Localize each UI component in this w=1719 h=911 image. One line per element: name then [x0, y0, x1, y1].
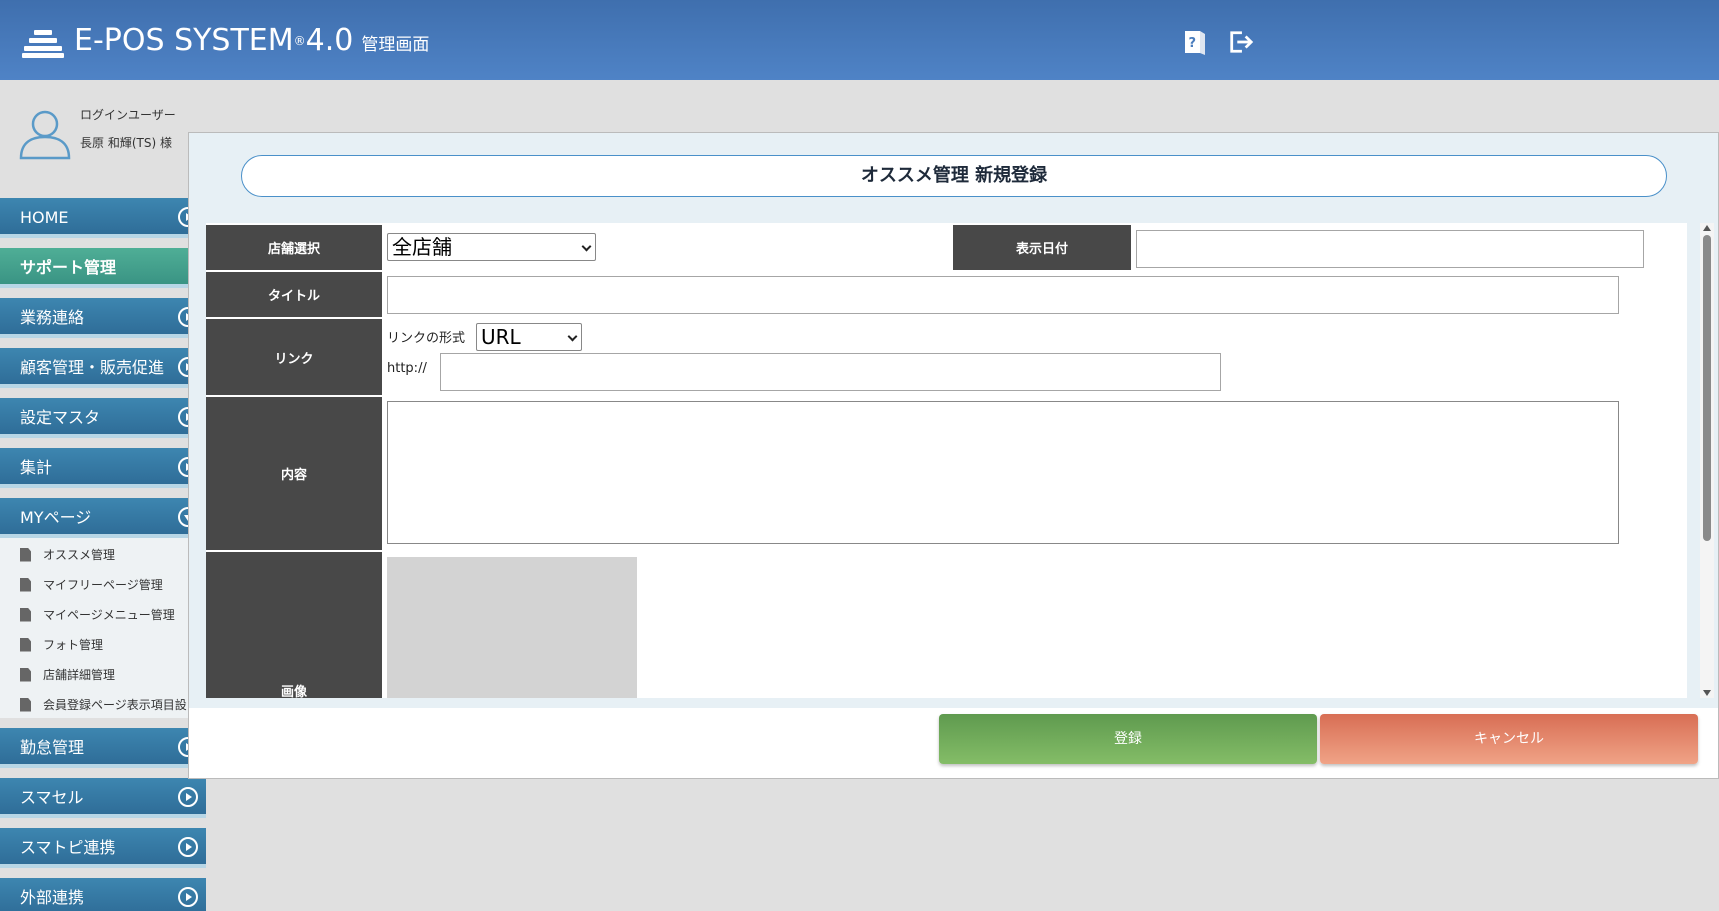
subnav-member-registration[interactable]: 会員登録ページ表示項目設: [20, 696, 187, 713]
subnav-mypage-menu[interactable]: マイページメニュー管理: [20, 606, 175, 623]
modal-body: 店舗選択 全店舗 表示日付 タイトル リンク リンクの形式 URL http:/…: [189, 223, 1718, 708]
document-icon: [20, 637, 31, 652]
login-user-name: 長原 和輝(TS) 様: [80, 136, 172, 150]
nav-aggregate[interactable]: 集計: [0, 448, 206, 488]
display-date-input[interactable]: [1136, 230, 1644, 268]
help-book-icon[interactable]: ?: [1182, 28, 1208, 56]
register-button[interactable]: 登録: [939, 714, 1317, 764]
chevron-down-icon: [567, 331, 578, 342]
document-icon: [20, 607, 31, 622]
link-url-input[interactable]: [440, 353, 1221, 391]
nav-smatopi[interactable]: スマトピ連携: [0, 828, 206, 868]
logo-subtitle: 管理画面: [361, 35, 430, 55]
nav-settings-master[interactable]: 設定マスタ: [0, 398, 206, 438]
image-upload-placeholder[interactable]: [387, 557, 637, 698]
display-date-label: 表示日付: [953, 225, 1131, 270]
user-avatar-icon: [19, 110, 71, 160]
app-header: E-POS SYSTEM®4.0 管理画面 ?: [0, 0, 1719, 80]
nav-mypage[interactable]: MYページ: [0, 498, 206, 538]
logout-icon[interactable]: [1228, 28, 1254, 56]
store-select-label: 店舗選択: [206, 225, 382, 270]
document-icon: [20, 577, 31, 592]
mypage-submenu: オススメ管理 マイフリーページ管理 マイページメニュー管理 フォト管理 店舗詳細…: [0, 538, 206, 718]
link-format-select[interactable]: URL: [476, 323, 582, 351]
document-icon: [20, 697, 31, 712]
subnav-recommend[interactable]: オススメ管理: [20, 546, 115, 563]
circle-arrow-icon: [178, 837, 198, 857]
link-format-label: リンクの形式: [387, 331, 466, 346]
title-label: タイトル: [206, 272, 382, 317]
store-select[interactable]: 全店舗: [387, 233, 596, 261]
login-user-label: ログインユーザー: [80, 108, 176, 122]
link-prefix: http://: [387, 361, 427, 376]
form-scroll-area[interactable]: 店舗選択 全店舗 表示日付 タイトル リンク リンクの形式 URL http:/…: [206, 223, 1687, 698]
content-label: 内容: [206, 397, 382, 550]
link-label: リンク: [206, 319, 382, 395]
document-icon: [20, 667, 31, 682]
modal-header: オススメ管理 新規登録: [189, 133, 1718, 223]
circle-arrow-icon: [178, 887, 198, 907]
app-logo[interactable]: E-POS SYSTEM®4.0 管理画面: [22, 24, 429, 58]
nav-home[interactable]: HOME: [0, 198, 206, 238]
register-modal: オススメ管理 新規登録 店舗選択 全店舗 表示日付 タイトル リンク リンクの形…: [188, 132, 1719, 779]
chevron-down-icon: [581, 241, 592, 252]
nav-smasel[interactable]: スマセル: [0, 778, 206, 818]
title-input[interactable]: [387, 276, 1619, 314]
cancel-button[interactable]: キャンセル: [1320, 714, 1698, 764]
subnav-store-detail[interactable]: 店舗詳細管理: [20, 666, 115, 683]
logo-text: E-POS SYSTEM®4.0: [74, 23, 354, 58]
subnav-my-free-page[interactable]: マイフリーページ管理: [20, 576, 163, 593]
nav-business-contact[interactable]: 業務連絡: [0, 298, 206, 338]
logo-mark-icon: [22, 28, 64, 58]
circle-arrow-icon: [178, 787, 198, 807]
subnav-photo[interactable]: フォト管理: [20, 636, 103, 653]
scroll-thumb[interactable]: [1703, 235, 1711, 541]
modal-title: オススメ管理 新規登録: [241, 155, 1667, 197]
nav-attendance[interactable]: 勤怠管理: [0, 728, 206, 768]
document-icon: [20, 547, 31, 562]
nav-customer[interactable]: 顧客管理・販売促進: [0, 348, 206, 388]
content-textarea[interactable]: [387, 401, 1619, 544]
nav-support[interactable]: サポート管理: [0, 248, 206, 288]
form-scrollbar[interactable]: [1700, 223, 1714, 698]
image-label: 画像: [206, 552, 382, 698]
scroll-down-icon[interactable]: [1703, 690, 1711, 696]
nav-external[interactable]: 外部連携: [0, 878, 206, 911]
svg-text:?: ?: [1189, 36, 1197, 51]
scroll-up-icon[interactable]: [1703, 225, 1711, 231]
